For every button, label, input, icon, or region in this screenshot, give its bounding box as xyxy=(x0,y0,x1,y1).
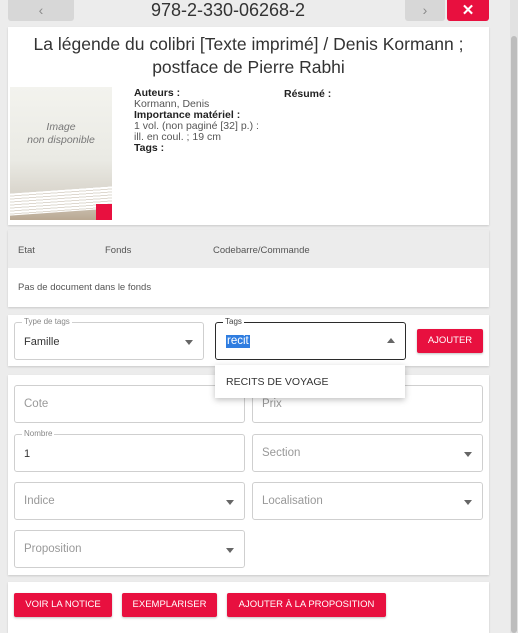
localisation-placeholder: Localisation xyxy=(262,495,323,507)
nombre-value: 1 xyxy=(24,448,31,460)
tags-suggestion-dropdown: RECITS DE VOYAGE xyxy=(215,365,405,398)
suggestion-item[interactable]: RECITS DE VOYAGE xyxy=(226,376,329,388)
actions-card: VOIR LA NOTICE EXEMPLARISER AJOUTER À LA… xyxy=(8,582,489,633)
tags-input-value: recit xyxy=(226,335,250,348)
caret-down-icon xyxy=(226,548,234,553)
cover-image: Image non disponible xyxy=(10,87,112,220)
notice-title: La légende du colibri [Texte imprimé] / … xyxy=(33,34,464,77)
proposition-select[interactable]: Proposition xyxy=(14,530,245,568)
tags-label: Tags xyxy=(223,317,244,327)
close-icon: ✕ xyxy=(461,2,475,19)
indice-select[interactable]: Indice xyxy=(14,482,245,520)
ajouter-proposition-button[interactable]: AJOUTER À LA PROPOSITION xyxy=(227,593,386,617)
tag-type-select[interactable]: Type de tags Famille xyxy=(14,317,204,360)
column-etat: Etat xyxy=(18,245,35,256)
tag-type-label: Type de tags xyxy=(22,317,72,327)
caret-down-icon xyxy=(185,340,193,345)
cover-badge xyxy=(96,204,112,220)
caret-down-icon xyxy=(226,500,234,505)
column-fonds: Fonds xyxy=(105,245,132,256)
tag-type-value: Famille xyxy=(24,336,60,348)
item-fields-card: Cote Prix Nombre 1 Section Indice Locali… xyxy=(8,375,489,575)
top-bar: ‹ 978-2-330-06268-2 › ✕ xyxy=(0,0,510,22)
notice-metadata: Auteurs : Kormann, Denis Importance maté… xyxy=(134,88,269,154)
cote-input[interactable]: Cote xyxy=(14,385,245,423)
next-button[interactable]: › xyxy=(405,0,445,21)
cote-placeholder: Cote xyxy=(24,398,49,410)
tags-label: Tags : xyxy=(134,142,165,154)
section-select[interactable]: Section xyxy=(252,434,483,472)
page-title: 978-2-330-06268-2 xyxy=(150,0,306,20)
caret-up-icon xyxy=(387,338,395,343)
caret-down-icon xyxy=(464,500,472,505)
caret-down-icon xyxy=(464,452,472,457)
localisation-select[interactable]: Localisation xyxy=(252,482,483,520)
prix-placeholder: Prix xyxy=(262,398,282,410)
indice-placeholder: Indice xyxy=(24,495,55,507)
section-placeholder: Section xyxy=(262,447,301,459)
scrollbar[interactable] xyxy=(510,0,518,633)
notice-card: La légende du colibri [Texte imprimé] / … xyxy=(8,27,489,225)
empty-message: Pas de document dans le fonds xyxy=(18,282,152,293)
voir-notice-button[interactable]: VOIR LA NOTICE xyxy=(14,593,112,617)
resume-label: Résumé : xyxy=(284,88,332,100)
importance-value: 1 vol. (non paginé [32] p.) : ill. en co… xyxy=(134,120,259,143)
scrollbar-thumb[interactable] xyxy=(511,36,517,633)
nombre-input[interactable]: Nombre 1 xyxy=(14,429,245,472)
proposition-placeholder: Proposition xyxy=(24,543,82,555)
close-button[interactable]: ✕ xyxy=(447,0,489,21)
chevron-right-icon: › xyxy=(422,2,428,18)
exemplariser-button[interactable]: EXEMPLARISER xyxy=(122,593,217,617)
nombre-label: Nombre xyxy=(22,429,55,439)
add-tag-button[interactable]: AJOUTER xyxy=(417,329,483,353)
exemplaires-table-header: Etat Fonds Codebarre/Commande xyxy=(8,230,489,268)
column-codebarre: Codebarre/Commande xyxy=(213,245,310,256)
cover-placeholder-text: Image non disponible xyxy=(27,121,95,146)
tags-card: Type de tags Famille Tags recit AJOUTER xyxy=(8,315,489,366)
tags-input[interactable]: Tags recit xyxy=(215,317,406,360)
exemplaires-card: Etat Fonds Codebarre/Commande Pas de doc… xyxy=(8,230,489,307)
